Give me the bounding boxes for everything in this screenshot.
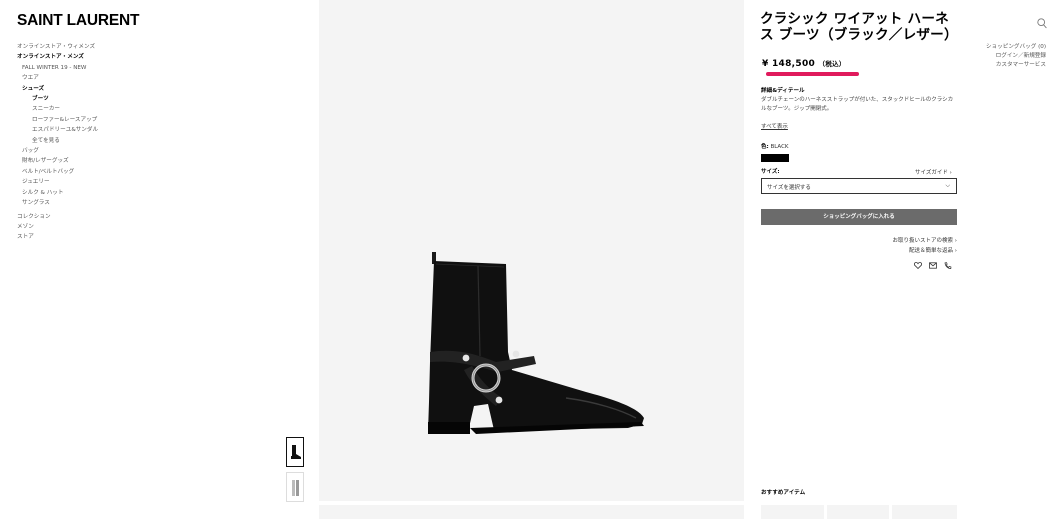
nav-item[interactable]: シューズ [17, 84, 98, 94]
product-price: ¥ 148,500 （税込） [762, 58, 846, 69]
thumbnail-pair-view[interactable] [286, 472, 304, 502]
price-value: ¥ 148,500 [762, 59, 816, 69]
product-title: クラシック ワイアット ハーネス ブーツ（ブラック／レザー） [760, 11, 958, 43]
thumbnail-side-view[interactable] [286, 437, 304, 467]
nav-item[interactable]: スニーカー [17, 104, 98, 114]
delivery-returns-link[interactable]: 配送＆簡単な返品 › [909, 246, 957, 254]
boot-pair-thumbnail-icon [292, 480, 299, 496]
recommended-heading: おすすめアイテム [761, 490, 806, 496]
product-image-panel-next[interactable] [319, 505, 744, 519]
boot-side-thumbnail-icon [291, 445, 301, 459]
color-value: BLACK [770, 144, 789, 150]
heart-icon[interactable] [913, 254, 923, 273]
find-store-link[interactable]: お取り扱いストアの検索 › [893, 236, 957, 244]
customer-service-link[interactable]: カスタマーサービス [996, 60, 1046, 68]
chevron-down-icon: ⌵ [945, 182, 950, 189]
search-icon[interactable] [1037, 14, 1047, 33]
nav-item[interactable]: メゾン [17, 222, 98, 232]
recommended-item[interactable] [892, 505, 957, 519]
share-actions [913, 254, 952, 273]
details-heading: 詳細&ディテール [761, 88, 805, 94]
price-tax-note: （税込） [818, 60, 846, 68]
nav-item[interactable]: FALL WINTER 19 - NEW [17, 63, 98, 73]
nav-item[interactable]: ブーツ [17, 94, 98, 104]
nav-item[interactable]: ストア [17, 232, 98, 242]
nav-item[interactable]: 財布/レザーグッズ [17, 156, 98, 166]
product-image-panel[interactable] [319, 0, 744, 501]
nav-item[interactable]: シルク & ハット [17, 188, 98, 198]
color-label: 色: [761, 144, 769, 150]
nav-item[interactable]: エスパドリーユ&サンダル [17, 125, 98, 135]
price-underline-highlight [766, 72, 859, 76]
mail-icon[interactable] [929, 254, 937, 273]
nav-item[interactable]: コレクション [17, 212, 98, 222]
nav-item[interactable]: ローファー&レースアップ [17, 115, 98, 125]
nav-item[interactable]: オンラインストア・ウィメンズ [17, 42, 98, 52]
details-text: ダブルチェーンのハーネスストラップが付いた、スタックドヒールのクラシカルなブーツ… [761, 97, 954, 112]
color-swatch-black[interactable] [761, 154, 789, 162]
size-select-placeholder: サイズを選択する [767, 185, 811, 191]
nav-item[interactable]: 全てを見る [17, 136, 98, 146]
recommended-item[interactable] [827, 505, 889, 519]
boot-product-image [428, 252, 644, 434]
color-row: 色: BLACK [761, 142, 789, 150]
nav-item[interactable]: サングラス [17, 198, 98, 208]
nav-item[interactable]: ベルト/ベルトバッグ [17, 167, 98, 177]
nav-item[interactable]: ウエア [17, 73, 98, 83]
shopping-bag-link[interactable]: ショッピングバッグ (0) [986, 42, 1046, 50]
login-register-link[interactable]: ログイン／新規登録 [996, 51, 1046, 59]
phone-icon[interactable] [944, 254, 952, 273]
size-select[interactable]: サイズを選択する ⌵ [761, 178, 957, 194]
add-to-bag-button[interactable]: ショッピングバッグに入れる [761, 209, 957, 225]
category-nav: オンラインストア・ウィメンズ オンラインストア・メンズ FALL WINTER 19… [17, 42, 98, 243]
nav-item[interactable]: バッグ [17, 146, 98, 156]
size-guide-link[interactable]: サイズガイド › [915, 168, 952, 176]
nav-item[interactable]: オンラインストア・メンズ [17, 52, 98, 62]
brand-logo[interactable]: SAINT LAURENT [17, 12, 139, 30]
nav-item[interactable]: ジュエリー [17, 177, 98, 187]
show-all-link[interactable]: すべて表示 [761, 122, 788, 130]
size-label: サイズ: [761, 169, 780, 175]
recommended-item[interactable] [761, 505, 824, 519]
